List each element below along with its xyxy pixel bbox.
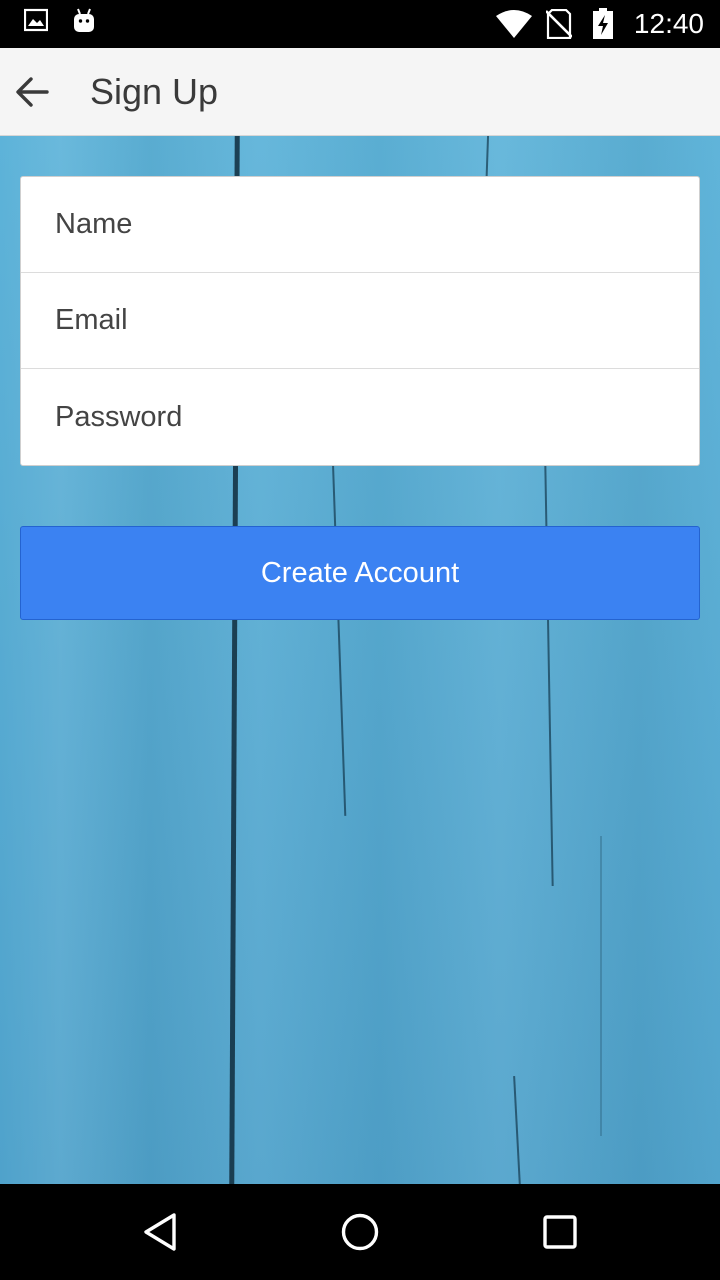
- arrow-back-icon: [16, 77, 49, 107]
- email-field-row: [21, 273, 699, 369]
- back-button[interactable]: [8, 68, 56, 116]
- name-field-row: [21, 177, 699, 273]
- recents-square-icon: [543, 1215, 577, 1249]
- wood-crack: [600, 836, 602, 1136]
- nav-recents-button[interactable]: [536, 1208, 584, 1256]
- create-account-button[interactable]: Create Account: [20, 526, 700, 620]
- no-sim-icon: [545, 8, 573, 44]
- wood-crack: [331, 456, 347, 816]
- signup-form: [20, 176, 700, 466]
- wifi-icon: [496, 10, 532, 43]
- nav-home-button[interactable]: [336, 1208, 384, 1256]
- image-icon: [23, 8, 49, 37]
- name-input[interactable]: [21, 177, 699, 272]
- nav-back-button[interactable]: [136, 1208, 184, 1256]
- page-title: Sign Up: [90, 71, 219, 112]
- navigation-bar: [0, 1184, 720, 1280]
- password-field-row: [21, 369, 699, 465]
- app-bar: Sign Up: [0, 48, 720, 136]
- back-triangle-icon: [144, 1213, 176, 1251]
- android-icon: [72, 8, 96, 39]
- status-bar: 12:40: [0, 0, 720, 48]
- wood-crack: [513, 1076, 521, 1184]
- email-input[interactable]: [21, 273, 699, 368]
- home-circle-icon: [341, 1213, 379, 1251]
- battery-charging-icon: [592, 8, 614, 45]
- status-time: 12:40: [633, 8, 704, 39]
- password-input[interactable]: [21, 369, 699, 465]
